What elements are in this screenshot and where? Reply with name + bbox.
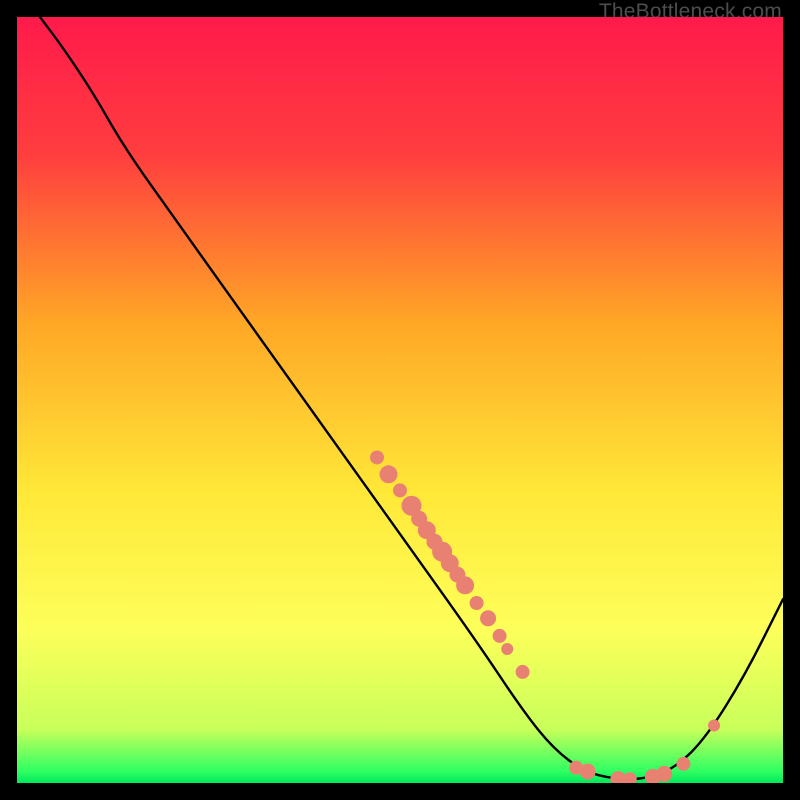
data-dot	[656, 766, 672, 782]
data-dot	[501, 643, 513, 655]
data-dot	[708, 720, 720, 732]
data-dot	[676, 757, 690, 771]
data-dot	[493, 629, 507, 643]
data-dot	[516, 665, 530, 679]
data-dot	[580, 764, 596, 780]
data-dot	[480, 610, 496, 626]
bottleneck-chart	[17, 17, 783, 783]
data-dot	[393, 483, 407, 497]
gradient-background	[17, 17, 783, 783]
data-dot	[470, 596, 484, 610]
data-dot	[456, 576, 474, 594]
data-dot	[380, 465, 398, 483]
data-dot	[370, 450, 384, 464]
